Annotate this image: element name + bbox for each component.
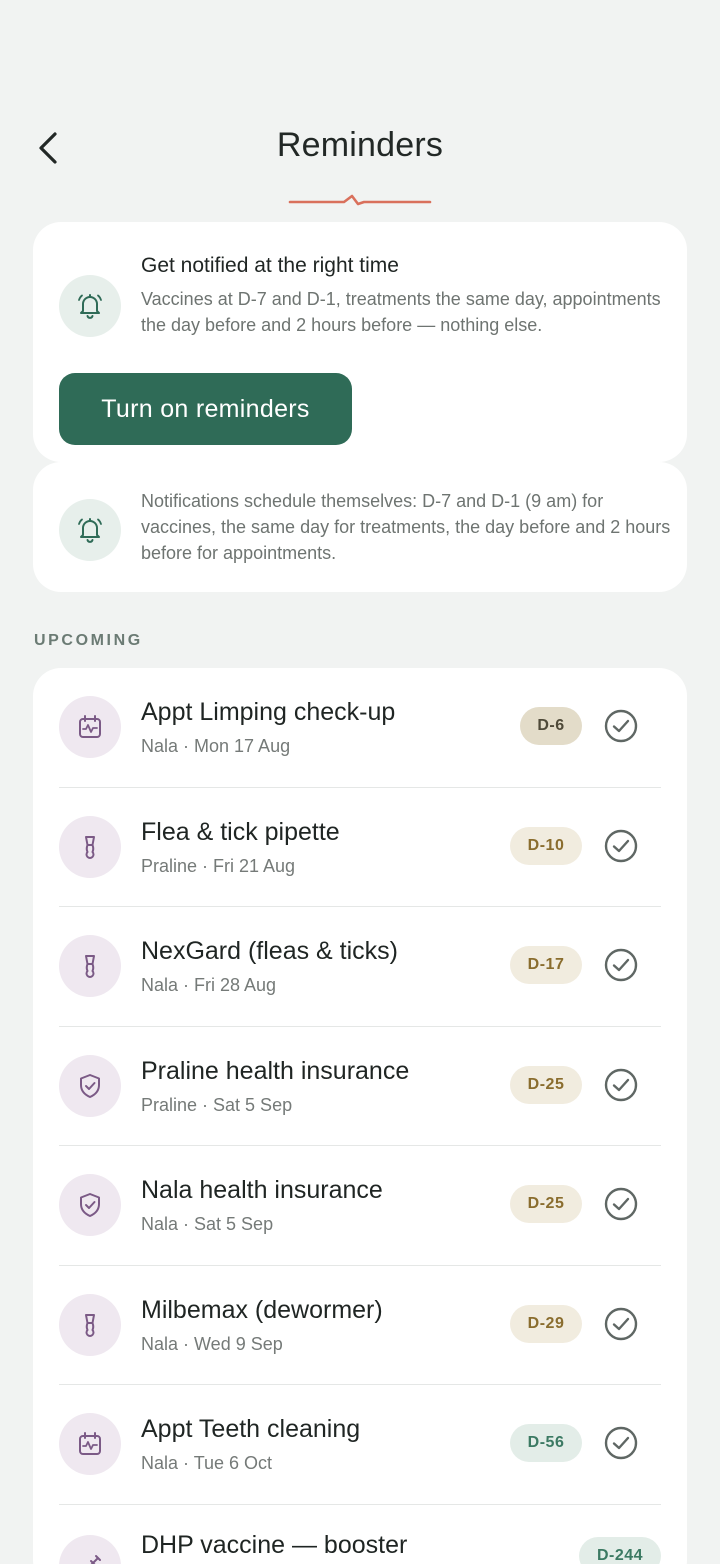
schedule-info-card: Notifications schedule themselves: D-7 a… xyxy=(33,462,687,592)
reminder-title: Milbemax (dewormer) xyxy=(141,1295,383,1324)
enable-reminders-card: Get notified at the right time Vaccines … xyxy=(33,222,687,462)
list-item[interactable]: Nala health insurance Nala · Sat 5 Sep D… xyxy=(33,1146,687,1266)
check-circle-icon[interactable] xyxy=(604,1187,638,1221)
reminder-subtitle: Praline · Sat 5 Sep xyxy=(141,1094,293,1115)
days-left-badge: D-56 xyxy=(510,1424,582,1462)
bell-icon xyxy=(59,275,121,337)
reminder-subtitle: Nala · Tue 6 Oct xyxy=(141,1453,273,1473)
reminder-title: Nala health insurance xyxy=(141,1176,383,1204)
days-left-badge: D-25 xyxy=(510,1185,582,1223)
reminder-subtitle: Praline · Fri 21 Aug xyxy=(141,855,296,876)
shield-icon xyxy=(59,1054,121,1117)
check-circle-icon[interactable] xyxy=(604,1307,638,1341)
pipette-icon xyxy=(59,935,121,997)
reminder-title: Appt Teeth cleaning xyxy=(141,1415,361,1443)
list-item[interactable]: Praline health insurance Praline · Sat 5… xyxy=(33,1027,687,1146)
check-circle-icon[interactable] xyxy=(604,709,638,743)
calendar-icon xyxy=(59,696,121,758)
days-left-badge: D-25 xyxy=(510,1065,582,1104)
promo-title: Get notified at the right time xyxy=(141,254,399,277)
header: Reminders xyxy=(0,110,720,220)
check-circle-icon[interactable] xyxy=(604,948,638,982)
turn-on-reminders-button[interactable]: Turn on reminders xyxy=(59,373,352,445)
reminder-title: NexGard (fleas & ticks) xyxy=(141,937,399,965)
list-item[interactable]: NexGard (fleas & ticks) Nala · Fri 28 Au… xyxy=(33,907,687,1027)
reminder-subtitle: Nala · Mon 17 Aug xyxy=(141,736,291,756)
days-left-badge: D-10 xyxy=(510,826,582,865)
days-left-badge: D-17 xyxy=(510,946,582,984)
reminder-title: DHP vaccine — booster xyxy=(141,1530,408,1559)
bell-icon xyxy=(59,499,121,561)
reminder-subtitle: Nala · Sat 5 Sep xyxy=(141,1214,274,1234)
calendar-icon xyxy=(59,1413,121,1475)
reminder-title: Flea & tick pipette xyxy=(141,817,340,846)
reminder-title: Appt Limping check-up xyxy=(141,698,396,726)
reminder-subtitle: Nala · Wed 9 Sep xyxy=(141,1333,283,1354)
section-label-upcoming: UPCOMING xyxy=(34,632,143,649)
shield-icon xyxy=(59,1174,121,1236)
days-left-badge: D-6 xyxy=(520,707,582,745)
list-item[interactable]: DHP vaccine — booster D-244 xyxy=(33,1505,687,1564)
days-left-badge: D-29 xyxy=(510,1304,582,1343)
reminders-list: Appt Limping check-up Nala · Mon 17 Aug … xyxy=(33,668,687,1564)
reminder-title: Praline health insurance xyxy=(141,1056,410,1085)
schedule-info-text: Notifications schedule themselves: D-7 a… xyxy=(141,491,671,563)
promo-description: Vaccines at D-7 and D-1, treatments the … xyxy=(141,289,661,335)
heartbeat-divider-icon xyxy=(288,194,432,206)
list-item[interactable]: Milbemax (dewormer) Nala · Wed 9 Sep D-2… xyxy=(33,1266,687,1385)
pipette-icon xyxy=(59,815,121,878)
list-item[interactable]: Appt Limping check-up Nala · Mon 17 Aug … xyxy=(33,668,687,788)
check-circle-icon[interactable] xyxy=(604,829,638,863)
list-item[interactable]: Flea & tick pipette Praline · Fri 21 Aug… xyxy=(33,788,687,907)
check-circle-icon[interactable] xyxy=(604,1068,638,1102)
pipette-icon xyxy=(59,1293,121,1356)
days-left-badge: D-244 xyxy=(579,1536,661,1564)
syringe-icon xyxy=(59,1534,121,1564)
page-title: Reminders xyxy=(276,126,444,164)
check-circle-icon[interactable] xyxy=(604,1426,638,1460)
reminder-subtitle: Nala · Fri 28 Aug xyxy=(141,975,277,995)
list-item[interactable]: Appt Teeth cleaning Nala · Tue 6 Oct D-5… xyxy=(33,1385,687,1505)
